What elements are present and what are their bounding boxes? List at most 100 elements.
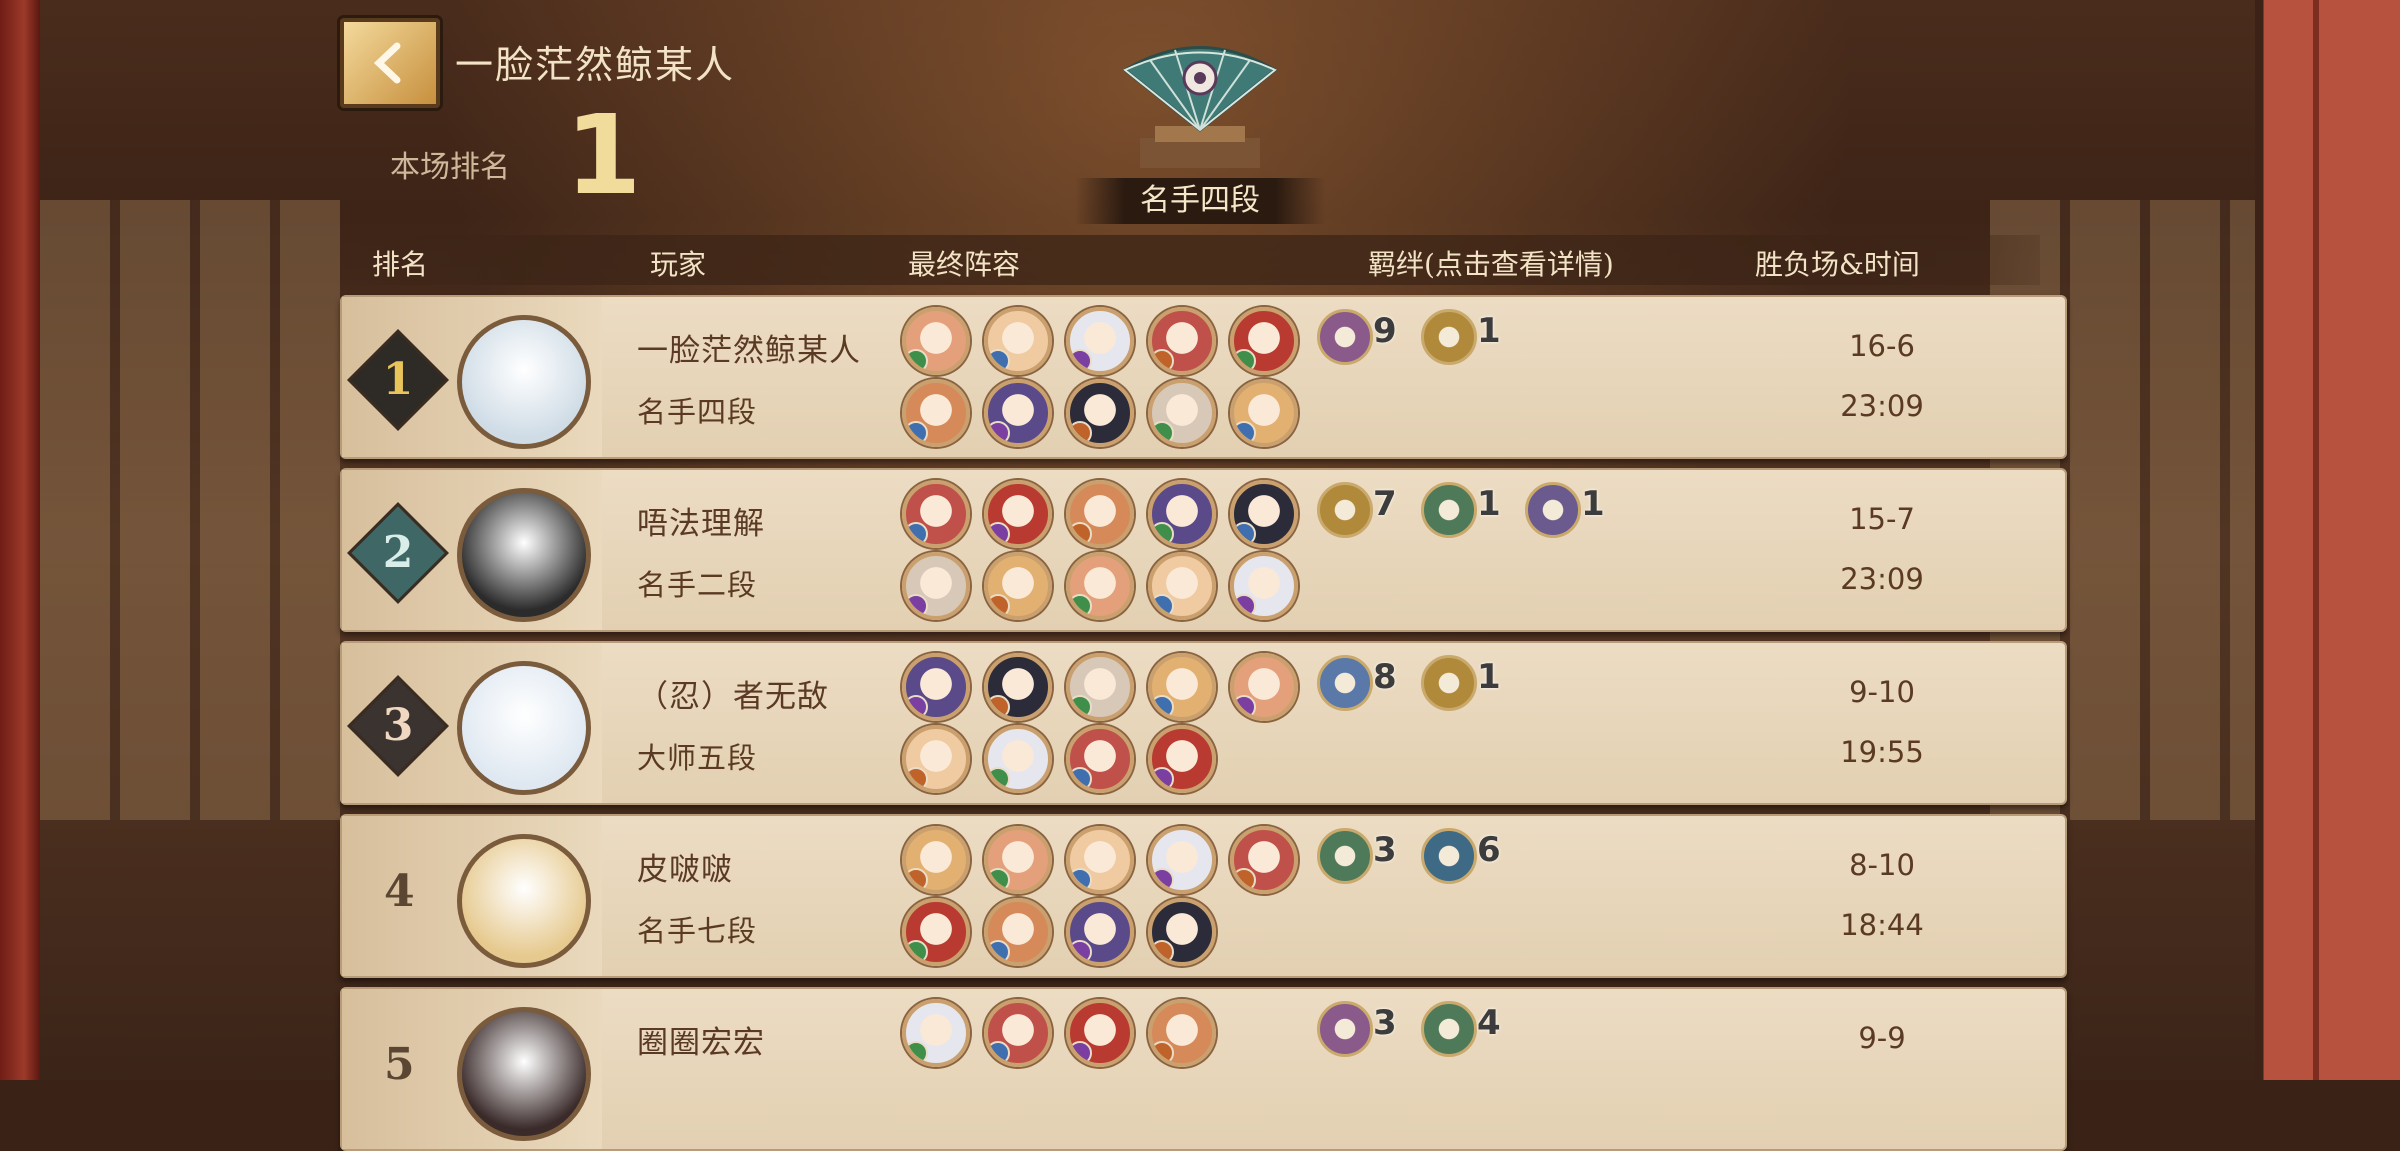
bond-icon [1525,482,1581,538]
hero-portrait[interactable] [984,725,1052,793]
hero-portrait[interactable] [1148,826,1216,894]
hero-portrait[interactable] [1066,725,1134,793]
hero-portrait[interactable] [1066,307,1134,375]
match-time: 23:09 [1840,389,1924,423]
hero-portrait[interactable] [1066,898,1134,966]
hero-portrait[interactable] [902,826,970,894]
bond-count: 3 [1373,830,1397,870]
faction-mark-icon [1070,868,1092,890]
faction-mark-icon [1234,421,1256,443]
table-row[interactable]: 1 一脸茫然鲸某人 名手四段 9 1 16-6 23:09 [340,295,2067,459]
rank-number: 5 [384,1039,415,1090]
col-winloss-time: 胜负场&时间 [1755,248,1920,281]
player-tier: 名手二段 [637,568,758,602]
hero-portrait[interactable] [902,307,970,375]
hero-portrait[interactable] [1148,480,1216,548]
hero-portrait[interactable] [1148,379,1216,447]
back-button[interactable] [340,18,440,108]
hero-portrait[interactable] [1230,307,1298,375]
header-player-name: 一脸茫然鲸某人 [455,43,736,87]
hero-portrait[interactable] [984,480,1052,548]
faction-mark-icon [1070,421,1092,443]
hero-portrait[interactable] [902,379,970,447]
hero-portrait[interactable] [1230,653,1298,721]
player-avatar[interactable] [457,1007,591,1141]
lineup [902,999,1322,1139]
hero-portrait[interactable] [1066,480,1134,548]
hero-portrait[interactable] [1066,653,1134,721]
hero-portrait[interactable] [984,552,1052,620]
bond-icon [1317,1001,1373,1057]
hero-portrait[interactable] [984,826,1052,894]
hero-portrait[interactable] [902,898,970,966]
bond-count: 1 [1477,657,1501,697]
faction-mark-icon [988,522,1010,544]
hero-portrait[interactable] [1230,826,1298,894]
table-row[interactable]: 5 圈圈宏宏 3 4 9-9 [340,987,2067,1151]
col-player: 玩家 [650,248,707,281]
win-loss: 8-10 [1849,848,1915,882]
hero-portrait[interactable] [984,379,1052,447]
col-bonds[interactable]: 羁绊(点击查看详情) [1368,243,1614,283]
rank-label: 本场排名 [390,150,510,185]
bond-icon [1421,655,1477,711]
faction-mark-icon [906,940,928,962]
player-avatar[interactable] [457,834,591,968]
hero-portrait[interactable] [984,307,1052,375]
win-loss: 16-6 [1849,329,1915,363]
bond-count: 4 [1477,1003,1501,1043]
bonds[interactable]: 34 [1317,999,1647,1059]
hero-portrait[interactable] [1148,898,1216,966]
win-loss: 9-10 [1849,675,1915,709]
bonds[interactable]: 81 [1317,653,1647,713]
hero-portrait[interactable] [984,653,1052,721]
hero-portrait[interactable] [1148,552,1216,620]
hero-portrait[interactable] [984,898,1052,966]
faction-mark-icon [1152,522,1174,544]
player-avatar[interactable] [457,315,591,449]
rank-number: 1 [382,354,414,405]
faction-mark-icon [1152,940,1174,962]
table-row[interactable]: 3 （忍）者无敌 大师五段 8 1 9-10 19:55 [340,641,2067,805]
hero-portrait[interactable] [1066,552,1134,620]
hero-portrait[interactable] [902,999,970,1067]
hero-portrait[interactable] [1066,826,1134,894]
hero-portrait[interactable] [1066,999,1134,1067]
table-row[interactable]: 4 皮啵啵 名手七段 3 6 8-10 18:44 [340,814,2067,978]
faction-mark-icon [1152,594,1174,616]
bond-icon [1421,482,1477,538]
player-avatar[interactable] [457,488,591,622]
rank-number: 3 [382,700,414,751]
hero-portrait[interactable] [1148,307,1216,375]
player-avatar[interactable] [457,661,591,795]
faction-mark-icon [1234,522,1256,544]
faction-mark-icon [1070,940,1092,962]
faction-mark-icon [1234,349,1256,371]
bonds[interactable]: 36 [1317,826,1647,886]
col-rank: 排名 [372,248,429,281]
hero-portrait[interactable] [1230,480,1298,548]
rank-number: 4 [384,866,415,917]
hero-portrait[interactable] [902,725,970,793]
bonds[interactable]: 91 [1317,307,1647,367]
faction-mark-icon [988,695,1010,717]
hero-portrait[interactable] [902,480,970,548]
faction-mark-icon [988,421,1010,443]
bonds[interactable]: 7 1 1 [1317,480,1647,540]
hero-portrait[interactable] [1230,379,1298,447]
bond-count: 8 [1373,657,1397,697]
hero-portrait[interactable] [1230,552,1298,620]
table-row[interactable]: 2 唔法理解 名手二段 7 1 1 15-7 23:09 [340,468,2067,632]
hero-portrait[interactable] [984,999,1052,1067]
faction-mark-icon [988,594,1010,616]
match-time: 18:44 [1840,908,1924,942]
hero-portrait[interactable] [1066,379,1134,447]
player-tier: 名手四段 [637,395,758,429]
hero-portrait[interactable] [902,552,970,620]
faction-mark-icon [906,695,928,717]
hero-portrait[interactable] [1148,999,1216,1067]
hero-portrait[interactable] [902,653,970,721]
hero-portrait[interactable] [1148,653,1216,721]
lineup [902,480,1322,620]
hero-portrait[interactable] [1148,725,1216,793]
